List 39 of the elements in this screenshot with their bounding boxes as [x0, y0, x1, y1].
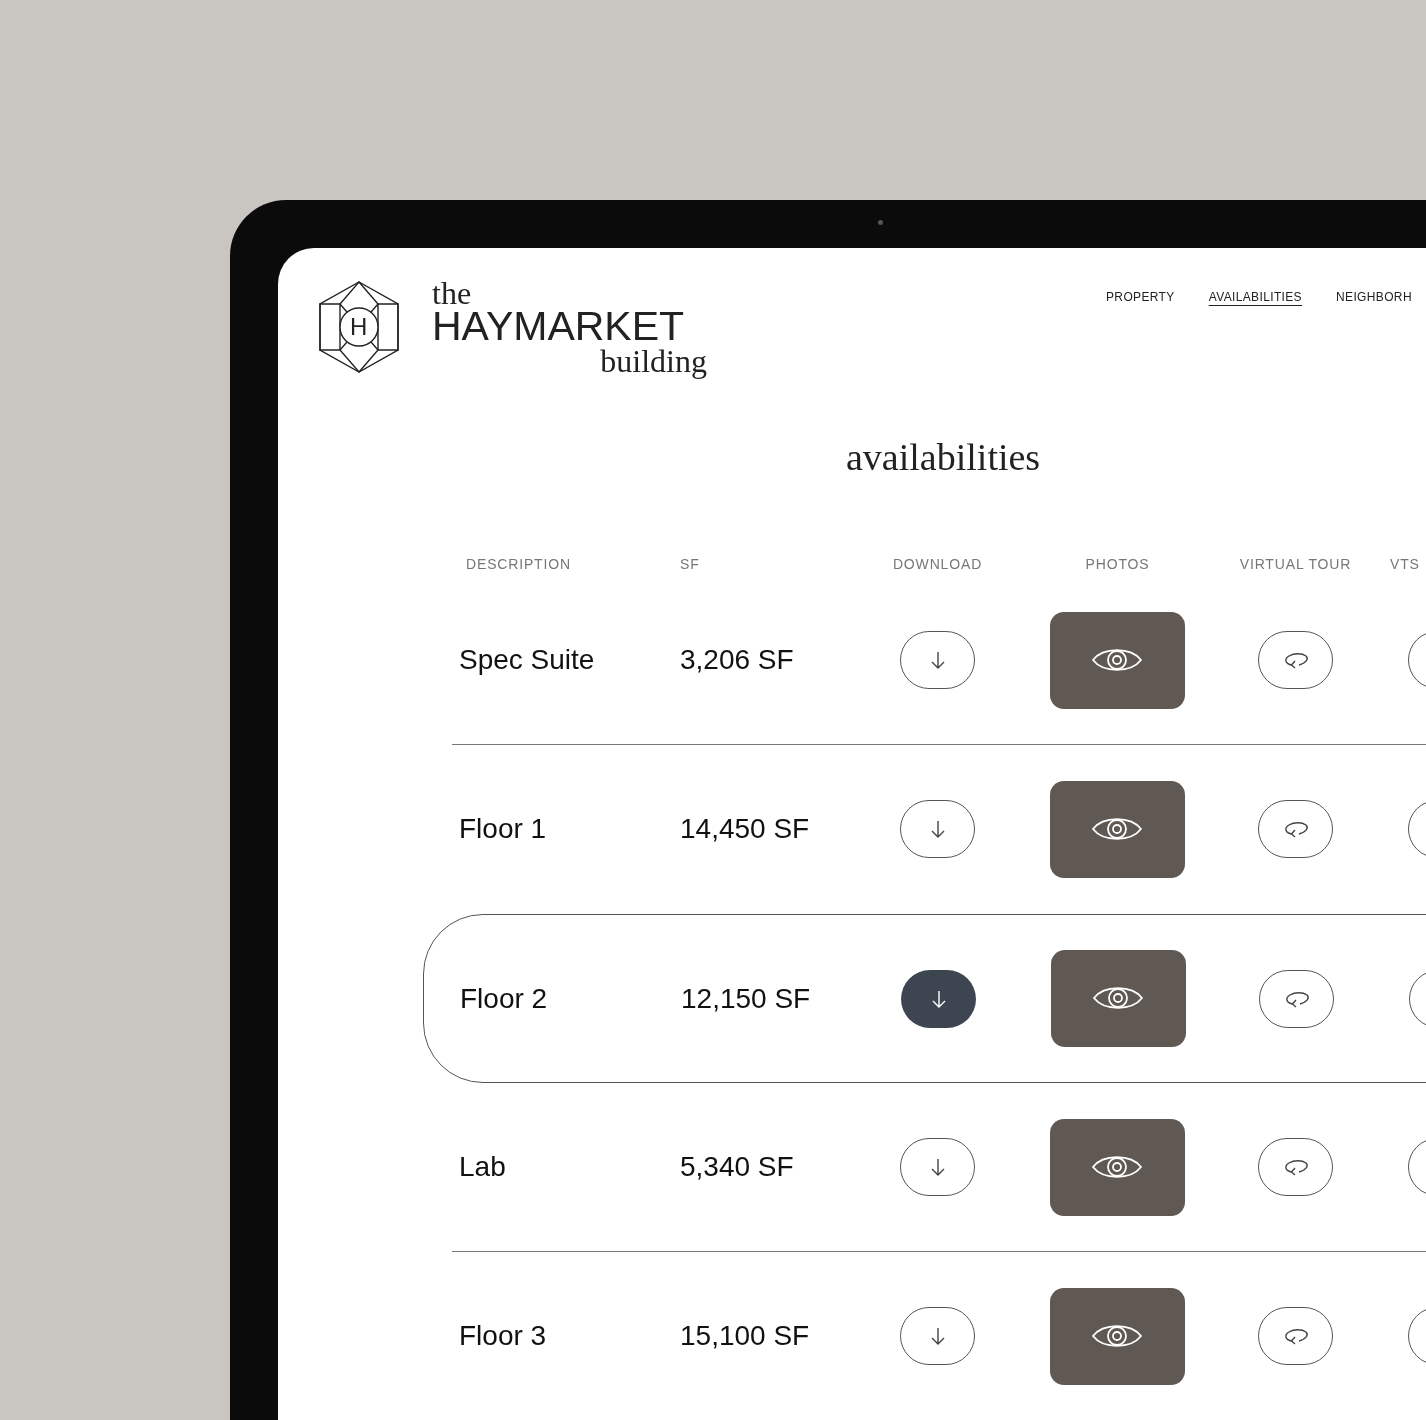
nav-link[interactable]: PROPERTY — [1106, 288, 1175, 376]
row-description: Spec Suite — [459, 644, 595, 675]
photo-placeholder[interactable] — [1050, 1287, 1185, 1385]
availability-row[interactable]: Floor 1 14,450 SF — [452, 745, 1426, 914]
row-area: 15,100 SF — [680, 1320, 810, 1351]
logo-the: the — [432, 280, 472, 306]
row-area: 5,340 SF — [680, 1151, 794, 1182]
row-description: Floor 1 — [459, 813, 547, 844]
column-header: VTS — [1390, 556, 1420, 572]
row-description: Lab — [459, 1151, 506, 1182]
arrow-down-icon — [929, 1157, 946, 1177]
availability-row[interactable]: Floor 2 12,150 SF — [423, 914, 1426, 1083]
row-area: 3,206 SF — [680, 644, 794, 675]
arrow-down-icon — [930, 988, 947, 1009]
availability-row[interactable]: Spec Suite 3,206 SF — [452, 576, 1426, 745]
nav-link[interactable]: AVAILABILITIES — [1208, 288, 1302, 376]
column-header: VIRTUAL TOUR — [1239, 556, 1352, 572]
arrow-down-icon — [929, 650, 946, 670]
page-title: availabilities — [846, 438, 1041, 476]
photo-placeholder[interactable] — [1050, 611, 1185, 709]
availability-row[interactable]: Floor 3 15,100 SF — [452, 1252, 1426, 1420]
photo-placeholder[interactable] — [1050, 1118, 1185, 1216]
photo-placeholder[interactable] — [1051, 950, 1186, 1047]
row-description: Floor 2 — [460, 982, 548, 1014]
arrow-down-icon — [929, 1326, 946, 1346]
column-header: SF — [680, 556, 700, 572]
column-header: DOWNLOAD — [892, 556, 983, 572]
photo-placeholder[interactable] — [1050, 780, 1185, 878]
availability-row[interactable]: Lab 5,340 SF — [452, 1083, 1426, 1252]
download-button[interactable] — [901, 969, 976, 1028]
arrow-down-icon — [929, 819, 946, 839]
logo-wordmark: HAYMARKET — [432, 306, 685, 346]
column-header: DESCRIPTION — [466, 556, 571, 572]
nav-link[interactable]: NEIGHBORH — [1336, 288, 1412, 376]
row-area: 14,450 SF — [680, 813, 810, 844]
logo-letter: H — [350, 312, 368, 342]
row-description: Floor 3 — [459, 1320, 547, 1351]
row-area: 12,150 SF — [681, 982, 811, 1014]
column-header: PHOTOS — [1085, 556, 1150, 572]
